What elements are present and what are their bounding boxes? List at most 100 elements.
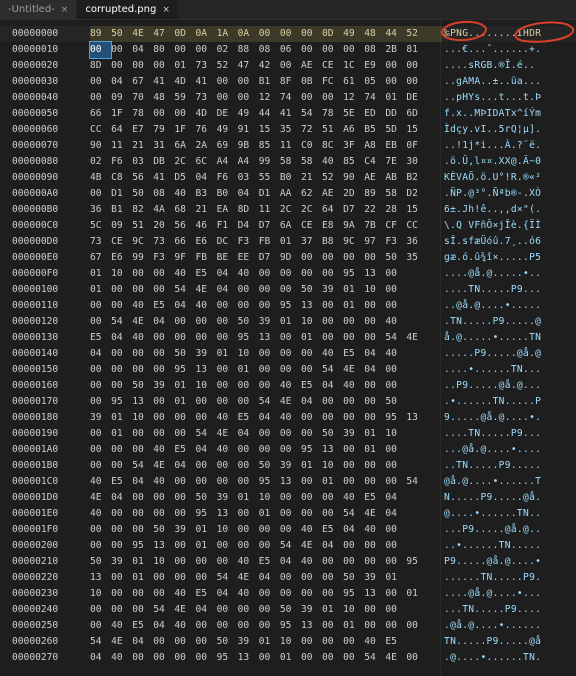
hex-byte[interactable]: 00 [385, 458, 406, 474]
hex-byte[interactable]: ED [364, 106, 385, 122]
hex-byte[interactable]: 00 [153, 106, 174, 122]
row-ascii[interactable]: ...€...ˆ......+. [444, 42, 574, 58]
hex-byte[interactable]: 04 [132, 634, 153, 650]
hex-byte[interactable]: 95 [343, 586, 364, 602]
hex-byte[interactable]: 04 [364, 362, 385, 378]
hex-byte[interactable]: 00 [111, 442, 132, 458]
hex-byte[interactable]: 8D [238, 202, 259, 218]
hex-byte[interactable]: 40 [364, 634, 385, 650]
hex-byte[interactable]: 00 [280, 26, 301, 42]
hex-byte[interactable]: CC [90, 122, 111, 138]
hex-byte[interactable]: 00 [153, 490, 174, 506]
row-ascii[interactable]: ....@å.@....•... [444, 586, 574, 602]
hex-byte[interactable]: DD [385, 106, 406, 122]
hex-byte[interactable]: A6 [343, 122, 364, 138]
row-ascii[interactable]: ....@å.@.....•.. [444, 266, 574, 282]
hex-byte[interactable]: 9D [280, 250, 301, 266]
hex-byte[interactable]: 00 [280, 586, 301, 602]
hex-byte[interactable]: 13 [280, 474, 301, 490]
hex-byte[interactable]: 00 [280, 362, 301, 378]
hex-byte[interactable]: EE [238, 250, 259, 266]
hex-byte[interactable]: 00 [238, 442, 259, 458]
hex-byte[interactable]: 9F [174, 250, 195, 266]
row-ascii[interactable]: P9.....@å.@....• [444, 554, 574, 570]
hex-byte[interactable]: CF [385, 218, 406, 234]
hex-byte[interactable]: 10 [385, 426, 406, 442]
hex-byte[interactable]: F3 [238, 234, 259, 250]
hex-byte[interactable]: 00 [132, 586, 153, 602]
hex-byte[interactable]: 00 [90, 394, 111, 410]
hex-byte[interactable]: 95 [132, 538, 153, 554]
hex-byte[interactable]: 00 [174, 106, 195, 122]
row-ascii[interactable]: ...@å.@....•.... [444, 442, 574, 458]
hex-byte[interactable]: 00 [111, 362, 132, 378]
row-ascii[interactable]: .TN.....P9.....@ [444, 314, 574, 330]
hex-byte[interactable]: 00 [238, 602, 259, 618]
hex-byte[interactable]: 00 [259, 282, 280, 298]
row-ascii[interactable]: 6±.Jh!ê..,,d×"(. [444, 202, 574, 218]
hex-byte[interactable]: AE [364, 170, 385, 186]
hex-byte[interactable]: 28 [385, 202, 406, 218]
hex-byte[interactable]: 4E [385, 650, 406, 666]
hex-byte[interactable]: 00 [322, 634, 343, 650]
hex-byte[interactable]: 04 [111, 490, 132, 506]
hex-byte[interactable]: 54 [385, 330, 406, 346]
hex-byte[interactable]: 00 [259, 298, 280, 314]
hex-byte[interactable]: 00 [385, 586, 406, 602]
hex-byte[interactable]: 95 [301, 442, 322, 458]
hex-byte[interactable]: 04 [385, 490, 406, 506]
hex-byte[interactable]: E5 [301, 378, 322, 394]
hex-byte[interactable]: F6 [111, 154, 132, 170]
row-ascii[interactable]: Ìdçy.vI..5rQ¦µ]. [444, 122, 574, 138]
hex-byte[interactable]: 09 [111, 90, 132, 106]
hex-byte[interactable]: 00 [385, 74, 406, 90]
hex-byte[interactable]: D7 [259, 250, 280, 266]
hex-byte[interactable]: 00 [90, 74, 111, 90]
hex-byte[interactable]: 50 [385, 250, 406, 266]
hex-byte[interactable]: 95 [280, 298, 301, 314]
hex-byte[interactable]: 39 [238, 634, 259, 650]
hex-byte[interactable]: 40 [301, 554, 322, 570]
hex-byte[interactable]: 00 [111, 458, 132, 474]
hex-byte[interactable]: 00 [217, 394, 238, 410]
hex-byte[interactable]: 95 [238, 330, 259, 346]
hex-byte[interactable]: 00 [364, 618, 385, 634]
hex-byte[interactable]: 40 [343, 378, 364, 394]
hex-byte[interactable]: E5 [111, 474, 132, 490]
hex-byte[interactable]: 00 [406, 58, 427, 74]
row-ascii[interactable]: ..!1j*i...À.?¨ë. [444, 138, 574, 154]
hex-byte[interactable]: 40 [174, 586, 195, 602]
hex-byte[interactable]: 00 [217, 314, 238, 330]
row-ascii[interactable]: ..•......TN..... [444, 538, 574, 554]
hex-byte[interactable]: 66 [174, 234, 195, 250]
row-bytes[interactable]: 00 00 00 40 E5 04 40 00 00 00 95 13 00 01 00 [90, 442, 442, 458]
hex-byte[interactable]: 04 [132, 42, 153, 58]
hex-byte[interactable]: 4E [174, 602, 195, 618]
hex-byte[interactable]: 10 [343, 602, 364, 618]
hex-byte[interactable]: 00 [132, 282, 153, 298]
hex-byte[interactable]: 00 [343, 314, 364, 330]
hex-byte[interactable]: 01 [90, 266, 111, 282]
hex-byte[interactable]: 00 [90, 442, 111, 458]
tab-corrupted-png[interactable]: corrupted.png × [77, 0, 179, 19]
hex-byte[interactable]: 00 [90, 90, 111, 106]
hex-byte[interactable]: 01 [111, 426, 132, 442]
hex-byte[interactable]: 54 [280, 538, 301, 554]
hex-byte[interactable]: 05 [364, 74, 385, 90]
hex-byte[interactable]: 13 [153, 538, 174, 554]
hex-byte[interactable]: 41 [280, 106, 301, 122]
hex-byte[interactable]: 73 [195, 90, 216, 106]
hex-byte[interactable]: 00 [259, 586, 280, 602]
hex-byte[interactable]: 00 [217, 298, 238, 314]
hex-editor[interactable]: 00000000 89 50 4E 47 0D 0A 1A 0A 00 00 00 0D 49 48 44 52… [0, 20, 576, 676]
row-bytes[interactable]: 00 54 4E 04 00 00 00 50 39 01 10 00 00 00 40 [90, 314, 442, 330]
hex-byte[interactable]: 7B [364, 218, 385, 234]
row-bytes[interactable]: 04 40 00 00 00 00 95 13 00 01 00 00 00 54 4E 00 [90, 650, 442, 666]
hex-byte[interactable]: 00 [238, 90, 259, 106]
hex-byte[interactable]: 4E [195, 282, 216, 298]
hex-byte[interactable]: 4E [364, 506, 385, 522]
hex-byte[interactable]: 00 [217, 474, 238, 490]
hex-byte[interactable]: 00 [174, 410, 195, 426]
hex-byte[interactable]: 00 [259, 26, 280, 42]
hex-byte[interactable]: 00 [217, 362, 238, 378]
